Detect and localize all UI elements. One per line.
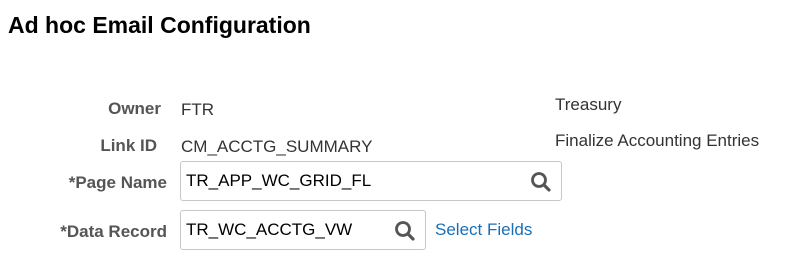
page-name-field[interactable]: TR_APP_WC_GRID_FL bbox=[180, 161, 562, 201]
data-record-input[interactable]: TR_WC_ACCTG_VW bbox=[186, 220, 352, 240]
page-name-label: *Page Name bbox=[68, 173, 167, 192]
page-title: Ad hoc Email Configuration bbox=[8, 12, 311, 38]
owner-value: FTR bbox=[181, 100, 215, 119]
owner-label: Owner bbox=[108, 99, 161, 118]
link-id-value: CM_ACCTG_SUMMARY bbox=[181, 137, 373, 156]
data-record-label: *Data Record bbox=[60, 222, 167, 241]
owner-description: Treasury bbox=[555, 95, 622, 114]
select-fields-link[interactable]: Select Fields bbox=[435, 220, 532, 240]
search-icon[interactable] bbox=[529, 170, 553, 194]
link-id-label: Link ID bbox=[100, 136, 157, 155]
data-record-field[interactable]: TR_WC_ACCTG_VW bbox=[180, 210, 426, 250]
search-icon[interactable] bbox=[393, 219, 417, 243]
link-id-description: Finalize Accounting Entries bbox=[555, 131, 760, 150]
page-name-input[interactable]: TR_APP_WC_GRID_FL bbox=[186, 171, 371, 191]
